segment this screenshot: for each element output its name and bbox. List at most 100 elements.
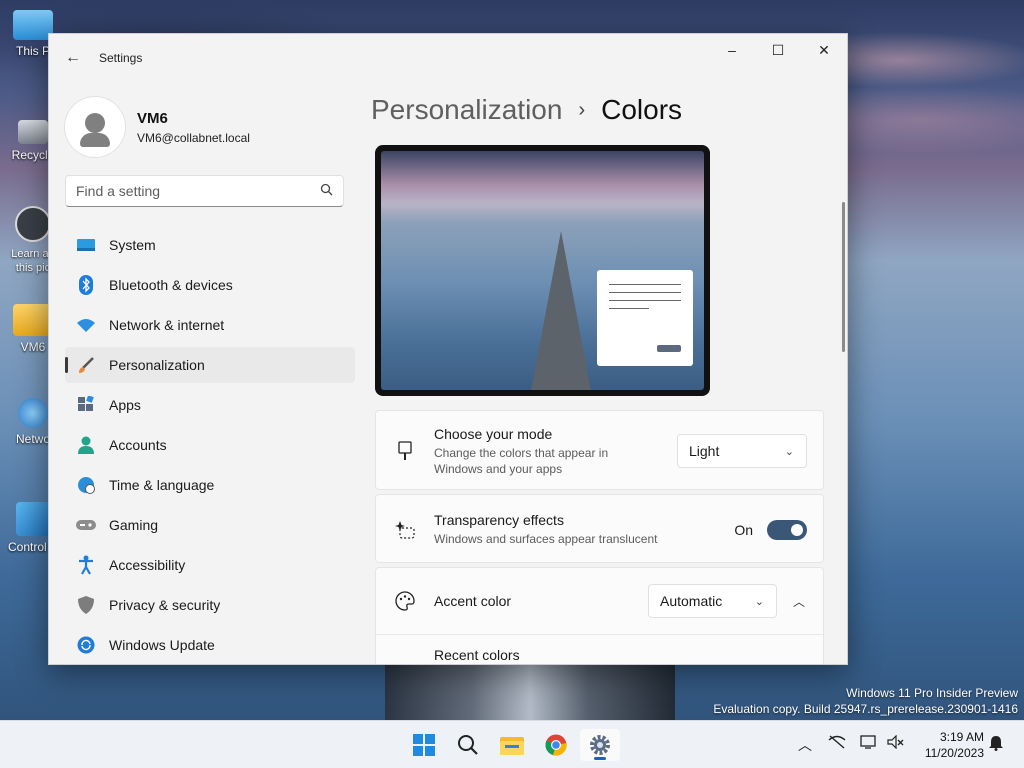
wallpaper-pier: [385, 665, 675, 720]
preview-window: [597, 270, 693, 366]
sidebar-item-network[interactable]: Network & internet: [65, 307, 355, 343]
display-icon[interactable]: [860, 735, 878, 752]
preview-wallpaper: [381, 151, 704, 390]
chevron-up-icon: ︿: [792, 594, 805, 609]
sidebar-item-label: Bluetooth & devices: [109, 277, 233, 293]
show-hidden-icons-chevron-icon[interactable]: ︿: [798, 735, 812, 755]
mode-dropdown-value: Light: [689, 443, 720, 459]
sidebar-item-label: Windows Update: [109, 637, 215, 653]
update-icon: [75, 635, 97, 655]
sidebar-item-system[interactable]: System: [65, 227, 355, 263]
breadcrumb-parent[interactable]: Personalization: [371, 94, 562, 126]
minimize-button[interactable]: –: [709, 34, 755, 66]
accent-title: Accent color: [434, 593, 512, 609]
toggle-knob: [791, 523, 803, 536]
recent-colors-label: Recent colors: [434, 647, 520, 663]
shield-icon: [75, 595, 97, 615]
sidebar-item-label: Accounts: [109, 437, 167, 453]
sidebar-item-personalization[interactable]: Personalization: [65, 347, 355, 383]
transparency-title: Transparency effects: [434, 512, 564, 528]
minimize-icon: –: [728, 42, 736, 58]
sidebar-item-windows-update[interactable]: Windows Update: [65, 627, 355, 663]
accent-header[interactable]: Accent color Automatic ⌄ ︿: [376, 568, 823, 635]
breadcrumb: Personalization › Colors: [371, 82, 847, 138]
globe-clock-icon: [75, 475, 97, 495]
chevron-down-icon: ⌄: [754, 595, 764, 608]
taskbar-search-button[interactable]: [448, 729, 488, 761]
folder-icon: [500, 737, 524, 755]
accent-dropdown-value: Automatic: [660, 593, 723, 609]
breadcrumb-separator-icon: ›: [578, 98, 586, 121]
paintbrush-icon: [75, 355, 97, 375]
accent-collapse-button[interactable]: ︿: [789, 591, 809, 611]
avatar-head: [85, 113, 105, 133]
taskbar-file-explorer[interactable]: [492, 729, 532, 761]
notification-bell-icon[interactable]: [988, 735, 1004, 754]
scrollbar[interactable]: [842, 202, 845, 352]
taskbar-chrome[interactable]: [536, 729, 576, 761]
sidebar-item-label: Personalization: [109, 357, 205, 373]
maximize-icon: ☐: [771, 41, 785, 58]
nav-list: System Bluetooth & devices Network & int…: [49, 227, 359, 663]
page-title: Colors: [601, 94, 683, 125]
palette-icon: [394, 590, 416, 612]
search-input[interactable]: [76, 183, 306, 199]
transparency-state-label: On: [734, 521, 753, 538]
preview-button: [657, 345, 681, 352]
taskbar: ︿ 3:19 AM 11/20/2023: [0, 720, 1024, 768]
computer-icon: [13, 10, 53, 40]
sidebar-item-bluetooth[interactable]: Bluetooth & devices: [65, 267, 355, 303]
taskbar-settings[interactable]: [580, 729, 620, 761]
watermark-line-2: Evaluation copy. Build 25947.rs_prerelea…: [713, 702, 1018, 716]
sidebar-item-label: Gaming: [109, 517, 159, 533]
sidebar-item-gaming[interactable]: Gaming: [65, 507, 355, 543]
close-button[interactable]: ✕: [801, 34, 847, 66]
chrome-icon: [545, 734, 567, 756]
maximize-button[interactable]: ☐: [755, 34, 801, 66]
sidebar-item-accounts[interactable]: Accounts: [65, 427, 355, 463]
search-icon[interactable]: [320, 183, 333, 199]
theme-preview: [375, 145, 710, 396]
user-profile[interactable]: VM6 VM6@collabnet.local: [49, 82, 359, 172]
folder-icon: [13, 304, 53, 336]
sidebar-item-label: Privacy & security: [109, 597, 221, 613]
profile-name: VM6: [137, 109, 168, 127]
back-button[interactable]: ←: [59, 44, 87, 72]
sidebar-item-label: Network & internet: [109, 317, 225, 333]
volume-muted-icon[interactable]: [886, 734, 904, 752]
clock[interactable]: 3:19 AM 11/20/2023: [925, 729, 984, 761]
apps-icon: [75, 395, 97, 415]
brush-mode-icon: [394, 440, 416, 462]
sidebar-item-time-language[interactable]: Time & language: [65, 467, 355, 503]
transparency-subtitle: Windows and surfaces appear translucent: [434, 532, 658, 546]
start-button[interactable]: [404, 729, 444, 761]
windows-logo-icon: [413, 734, 435, 756]
sidebar-item-privacy-security[interactable]: Privacy & security: [65, 587, 355, 623]
monitor-icon: [75, 235, 97, 255]
build-watermark: Windows 11 Pro Insider Preview Evaluatio…: [713, 685, 1018, 717]
avatar-body: [80, 133, 110, 147]
mode-title: Choose your mode: [434, 425, 553, 442]
sidebar-item-label: Time & language: [109, 477, 215, 493]
mode-dropdown[interactable]: Light ⌄: [677, 434, 807, 468]
close-icon: ✕: [818, 41, 830, 58]
sidebar-item-label: System: [109, 237, 156, 253]
transparency-toggle[interactable]: [767, 519, 807, 540]
transparency-card: Transparency effects Windows and surface…: [375, 494, 824, 563]
accent-dropdown[interactable]: Automatic ⌄: [648, 584, 777, 618]
recycle-bin-icon: [18, 120, 48, 144]
sidebar-item-label: Apps: [109, 397, 141, 413]
mode-card: Choose your mode Change the colors that …: [375, 410, 824, 490]
search-box[interactable]: [65, 175, 344, 207]
gear-icon: [590, 735, 610, 755]
bluetooth-icon: [75, 275, 97, 295]
title-bar[interactable]: ← Settings – ☐ ✕: [49, 34, 847, 82]
network-disconnected-icon[interactable]: [828, 735, 846, 752]
control-panel-icon: [16, 502, 50, 536]
preview-pier: [531, 231, 591, 390]
sidebar-item-accessibility[interactable]: Accessibility: [65, 547, 355, 583]
app-title: Settings: [99, 51, 143, 65]
back-arrow-icon: ←: [65, 49, 81, 66]
sidebar-item-apps[interactable]: Apps: [65, 387, 355, 423]
wifi-icon: [75, 315, 97, 335]
